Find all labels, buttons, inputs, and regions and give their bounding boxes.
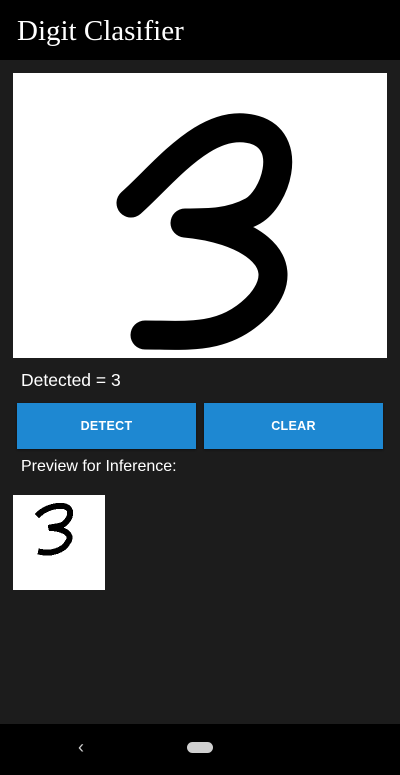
preview-digit <box>34 502 74 556</box>
drawn-digit-stroke <box>116 113 293 350</box>
system-navigation-bar: ‹ <box>0 724 400 775</box>
app-screen: Digit Clasifier Detected = 3 DETECT CLEA… <box>0 0 400 775</box>
inference-preview-image <box>13 495 105 590</box>
detect-button[interactable]: DETECT <box>17 403 196 449</box>
preview-label: Preview for Inference: <box>21 458 177 475</box>
app-bar: Digit Clasifier <box>0 0 400 60</box>
back-chevron-icon[interactable]: ‹ <box>78 736 84 758</box>
detection-result: Detected = 3 <box>21 370 121 390</box>
drawing-canvas[interactable] <box>13 73 387 358</box>
app-title: Digit Clasifier <box>17 15 184 47</box>
clear-button[interactable]: CLEAR <box>204 403 383 449</box>
home-pill-icon[interactable] <box>187 742 213 753</box>
